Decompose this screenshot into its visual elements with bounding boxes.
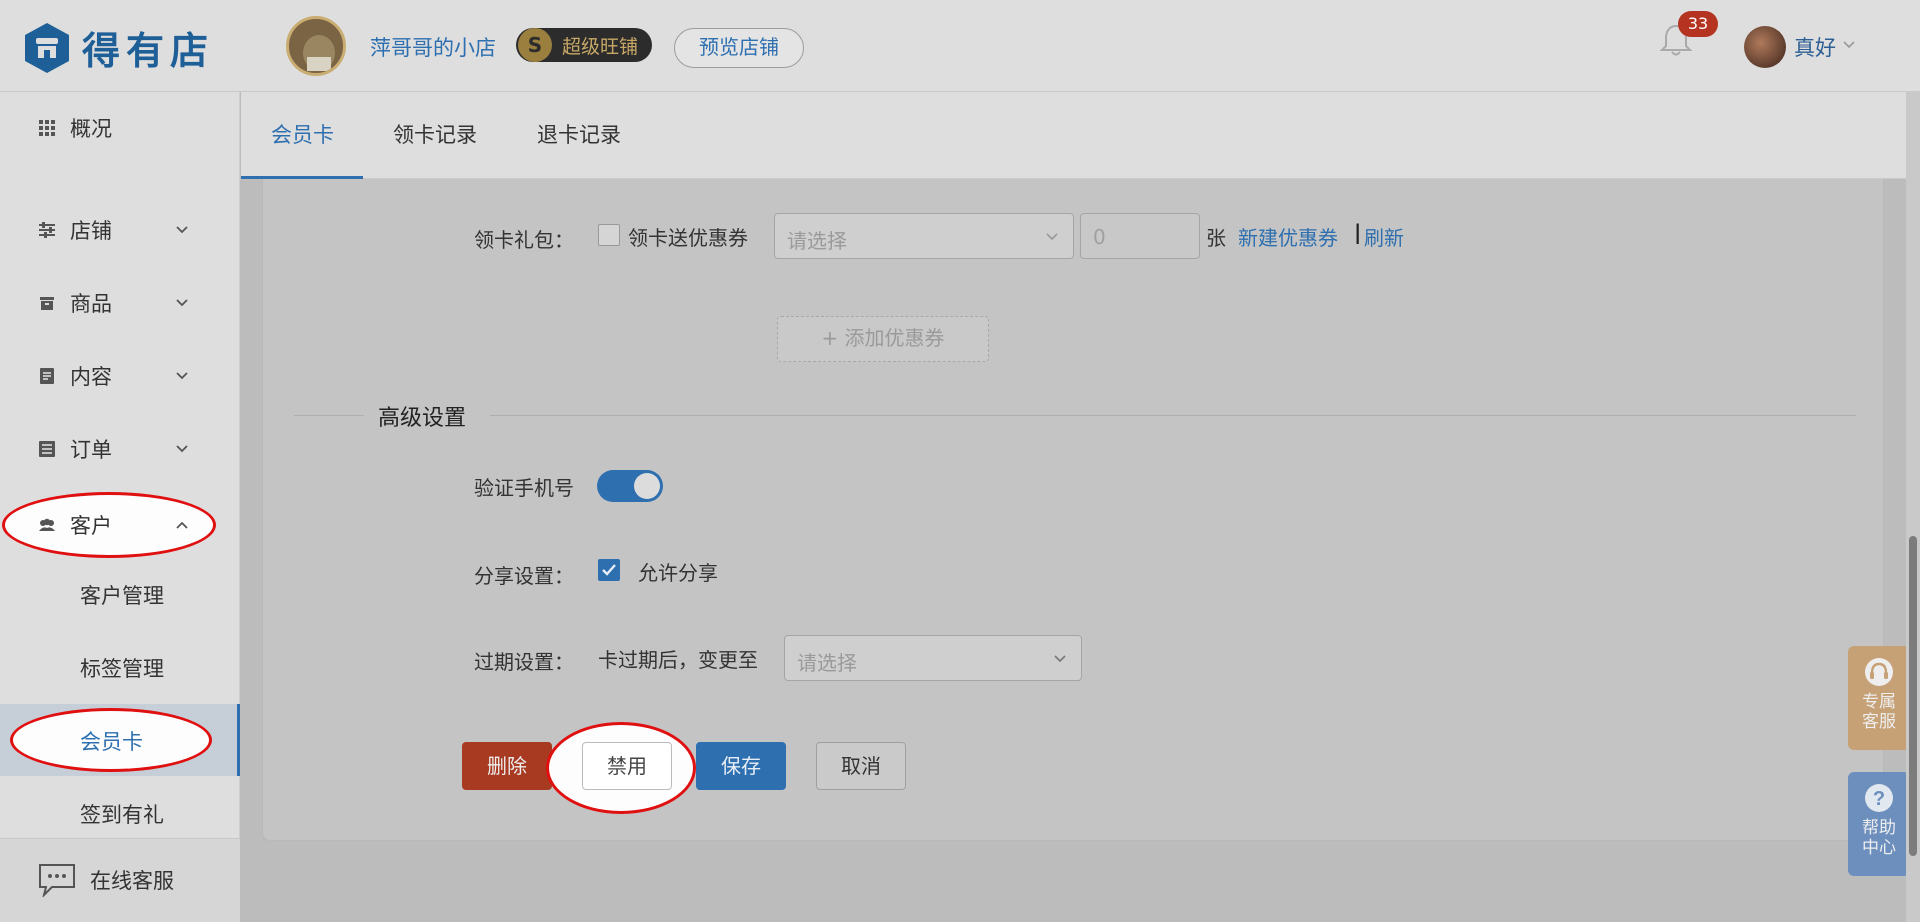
coupon-quantity-input[interactable]: 0: [1080, 213, 1200, 259]
users-icon: [39, 518, 55, 531]
sidebar-item-orders[interactable]: 订单: [0, 419, 240, 479]
document-icon: [40, 368, 54, 384]
expiry-change-text: 卡过期后，变更至: [598, 648, 758, 672]
coupon-select-placeholder: 请选择: [787, 229, 847, 253]
expiry-select-placeholder: 请选择: [797, 651, 857, 675]
verify-phone-label: 验证手机号: [474, 476, 574, 500]
tab-bar: 会员卡 领卡记录 退卡记录: [241, 92, 1920, 179]
chevron-down-icon: [176, 445, 188, 453]
gift-coupon-checkbox-label: 领卡送优惠券: [628, 226, 748, 250]
svg-text:?: ?: [1873, 788, 1885, 810]
refresh-link[interactable]: 刷新: [1364, 222, 1404, 251]
list-icon: [39, 441, 55, 457]
sidebar-subitem-label: 标签管理: [80, 657, 164, 681]
quantity-unit-label: 张: [1206, 226, 1226, 250]
user-avatar[interactable]: [1744, 26, 1786, 68]
sidebar-subitem-label: 签到有礼: [80, 803, 164, 827]
checkmark-icon: [602, 564, 616, 576]
sidebar-item-label: 店铺: [70, 219, 112, 243]
vip-s-icon: S: [518, 28, 552, 62]
online-service-label: 在线客服: [90, 869, 174, 893]
coupon-quantity-placeholder: 0: [1093, 225, 1106, 249]
sidebar-item-label: 概况: [70, 117, 112, 141]
chat-bubble-icon: [39, 864, 75, 897]
share-settings-label: 分享设置：: [474, 564, 574, 588]
chevron-down-icon: [176, 299, 188, 307]
expiry-settings-label: 过期设置：: [474, 650, 574, 674]
chevron-down-icon: [176, 226, 188, 234]
sidebar-item-customers[interactable]: 客户: [0, 495, 240, 555]
save-button[interactable]: 保存: [696, 742, 786, 790]
page-scrollbar[interactable]: [1906, 92, 1920, 922]
gift-pack-label: 领卡礼包：: [474, 228, 574, 252]
notification-count-badge: 33: [1678, 11, 1718, 37]
sidebar-item-label: 内容: [70, 365, 112, 389]
grid-icon: [39, 120, 55, 136]
help-center-button[interactable]: ? 帮助 中心: [1848, 772, 1910, 876]
sidebar-subitem-label: 客户管理: [80, 584, 164, 608]
preview-shop-button[interactable]: 预览店铺: [674, 28, 804, 68]
delete-button[interactable]: 删除: [462, 742, 552, 790]
chevron-up-icon: [176, 521, 188, 529]
verify-phone-toggle[interactable]: [597, 470, 663, 502]
vip-level-label: 超级旺铺: [562, 35, 639, 58]
sidebar: 概况 店铺 商品 内容 订单 客户 客户管理 标签管理 会员卡 签到有礼 在线客…: [0, 92, 240, 922]
help-text-line1: 帮助: [1862, 818, 1896, 838]
chevron-down-icon: [1046, 233, 1058, 241]
section-divider-left: [294, 415, 364, 416]
new-coupon-link[interactable]: 新建优惠券: [1238, 222, 1338, 251]
chevron-down-icon: [176, 372, 188, 380]
question-circle-icon: ?: [1865, 784, 1893, 812]
sidebar-item-label: 订单: [70, 438, 112, 462]
service-text-line1: 专属: [1862, 692, 1896, 712]
chevron-down-icon: [1054, 655, 1066, 663]
sidebar-item-label: 客户: [70, 514, 112, 538]
cancel-button[interactable]: 取消: [816, 742, 906, 790]
shop-logo-icon: [25, 22, 69, 73]
sidebar-item-label: 商品: [70, 292, 112, 316]
allow-share-checkbox[interactable]: [598, 559, 620, 581]
brand-name: 得有店: [82, 29, 215, 73]
tab-card-claim-records[interactable]: 领卡记录: [393, 92, 513, 179]
online-service-footer[interactable]: 在线客服: [0, 838, 240, 922]
help-text-line2: 中心: [1862, 838, 1896, 858]
brand-logo[interactable]: 得有店: [24, 20, 214, 75]
sidebar-item-content[interactable]: 内容: [0, 346, 240, 406]
gift-coupon-checkbox[interactable]: [598, 224, 620, 246]
cat-avatar-image: [289, 19, 343, 73]
headset-icon: [1865, 658, 1893, 686]
section-divider-right: [490, 415, 1856, 416]
sidebar-item-shop[interactable]: 店铺: [0, 200, 240, 260]
sidebar-item-products[interactable]: 商品: [0, 273, 240, 333]
tab-member-card[interactable]: 会员卡: [241, 92, 363, 179]
sidebar-item-overview[interactable]: 概况: [0, 98, 240, 158]
shop-name-link[interactable]: 萍哥哥的小店: [370, 32, 496, 62]
coupon-select[interactable]: 请选择: [774, 213, 1074, 259]
user-name[interactable]: 真好: [1794, 32, 1836, 62]
scrollbar-thumb[interactable]: [1909, 536, 1917, 856]
sidebar-subitem-label: 会员卡: [80, 730, 143, 754]
sidebar-subitem-customer-management[interactable]: 客户管理: [0, 558, 240, 630]
sliders-icon: [39, 222, 55, 238]
tab-card-return-records[interactable]: 退卡记录: [537, 92, 657, 179]
link-separator: |: [1354, 220, 1362, 244]
expiry-card-select[interactable]: 请选择: [784, 635, 1082, 681]
vip-level-badge: S 超级旺铺: [516, 28, 652, 62]
allow-share-label: 允许分享: [638, 561, 718, 585]
service-text-line2: 客服: [1862, 712, 1896, 732]
top-header: 得有店 萍哥哥的小店 S 超级旺铺 预览店铺 33 真好: [0, 0, 1920, 92]
dedicated-service-button[interactable]: 专属 客服: [1848, 646, 1910, 750]
chevron-down-icon[interactable]: [1842, 38, 1856, 52]
shop-avatar[interactable]: [286, 16, 346, 76]
advanced-settings-title: 高级设置: [378, 406, 467, 431]
toggle-knob: [634, 473, 660, 499]
add-coupon-button[interactable]: + 添加优惠券: [777, 316, 989, 362]
sidebar-subitem-tag-management[interactable]: 标签管理: [0, 631, 240, 703]
box-icon: [40, 297, 54, 310]
sidebar-subitem-member-card[interactable]: 会员卡: [0, 704, 240, 776]
disable-button[interactable]: 禁用: [582, 742, 672, 790]
